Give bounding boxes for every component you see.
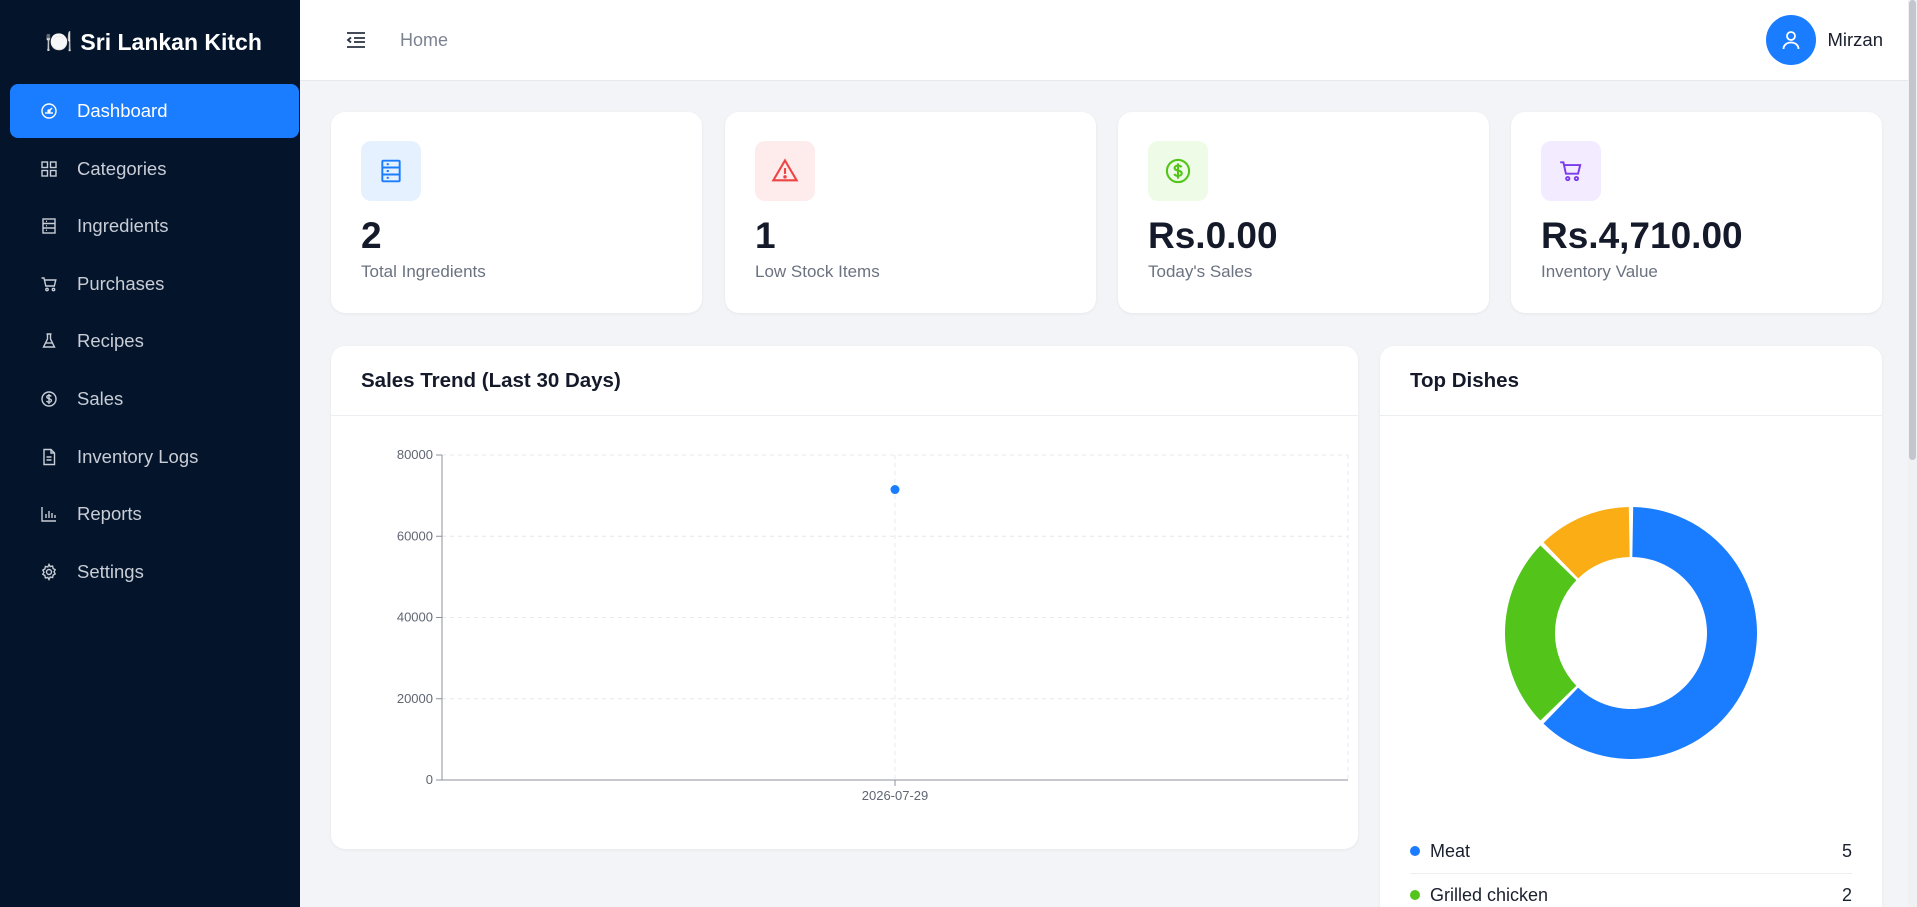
bar-chart-icon [40,505,58,523]
sidebar-item-purchases[interactable]: Purchases [10,257,299,311]
sidebar-item-sales[interactable]: Sales [10,372,299,426]
page-scrollbar[interactable] [1908,0,1917,907]
sidebar-item-label: Purchases [77,272,165,294]
y-tick-label: 20000 [397,691,433,706]
legend-dot [1410,890,1420,900]
top-dishes-card: Top Dishes Meat 5 Grilled chicken 2 [1380,346,1882,907]
legend-name: Meat [1430,840,1471,861]
legend-count: 5 [1841,840,1852,861]
top-dishes-donut-chart [1505,507,1757,759]
sidebar-item-label: Settings [77,560,144,582]
app-root: 🍽️ Sri Lankan Kitch Dashboard Categories [0,0,1917,907]
legend-count: 2 [1841,884,1852,905]
sidebar-item-ingredients[interactable]: Ingredients [10,199,299,253]
sidebar-item-label: Reports [77,503,142,525]
legend-row-grilled-chicken[interactable]: Grilled chicken 2 [1410,873,1852,907]
sidebar-item-label: Ingredients [77,215,169,237]
sidebar: 🍽️ Sri Lankan Kitch Dashboard Categories [0,0,300,907]
dollar-circle-icon [1148,141,1208,201]
sidebar-item-settings[interactable]: Settings [10,545,299,599]
brand-name: Sri Lankan Kitch [80,28,262,55]
stat-value: 1 [755,215,776,256]
breadcrumb[interactable]: Home [400,30,448,51]
sidebar-item-label: Dashboard [77,100,168,121]
legend-name: Grilled chicken [1430,884,1549,905]
flask-icon [40,332,58,350]
y-tick-label: 80000 [397,447,433,462]
brand[interactable]: 🍽️ Sri Lankan Kitch [0,0,300,84]
menu-fold-icon[interactable] [344,28,368,52]
scrollbar-thumb[interactable] [1909,0,1916,460]
stat-card-low-stock: 1 Low Stock Items [725,112,1096,313]
stat-card-inventory-value: Rs.4,710.00 Inventory Value [1511,112,1882,313]
user-menu[interactable]: Mirzan [1766,15,1883,65]
plate-logo-icon: 🍽️ [45,29,73,54]
x-tick-label: 2026-07-29 [862,788,929,803]
stat-label: Low Stock Items [755,261,880,281]
panel-title: Sales Trend (Last 30 Days) [331,346,1358,416]
stat-label: Inventory Value [1541,261,1658,281]
avatar[interactable] [1766,15,1817,65]
cart-icon [1541,141,1601,201]
stat-label: Today's Sales [1148,261,1253,281]
sidebar-item-reports[interactable]: Reports [10,487,299,541]
document-icon [40,448,58,466]
sidebar-item-label: Inventory Logs [77,445,199,467]
list-icon [40,217,58,235]
sidebar-item-categories[interactable]: Categories [10,142,299,196]
sales-trend-chart: 0 20000 40000 60000 80000 2026-07-29 [397,447,1349,803]
main-content: Home Mirzan 2 Total Ingredients 1 Low St… [300,0,1917,907]
stat-value: Rs.0.00 [1148,215,1278,256]
grid-icon [40,160,58,178]
sidebar-item-recipes[interactable]: Recipes [10,314,299,368]
gauge-icon [40,102,58,120]
server-icon [361,141,421,201]
sidebar-item-label: Sales [77,387,124,409]
stat-card-todays-sales: Rs.0.00 Today's Sales [1118,112,1489,313]
y-tick-label: 60000 [397,528,433,543]
y-tick-label: 40000 [397,610,433,625]
sidebar-nav: Dashboard Categories Ingredients Purchas… [0,84,300,599]
legend-row-meat[interactable]: Meat 5 [1410,829,1852,873]
stat-label: Total Ingredients [361,261,486,281]
sidebar-item-inventory-logs[interactable]: Inventory Logs [10,430,299,484]
y-tick-label: 0 [426,772,433,787]
cart-icon [40,275,58,293]
sidebar-item-label: Categories [77,157,167,179]
warning-icon [755,141,815,201]
sidebar-item-dashboard[interactable]: Dashboard [10,84,299,138]
panel-title: Top Dishes [1380,346,1882,416]
stat-card-total-ingredients: 2 Total Ingredients [331,112,702,313]
dollar-icon [40,390,58,408]
user-name: Mirzan [1827,29,1883,50]
stat-value: Rs.4,710.00 [1541,215,1743,256]
sidebar-item-label: Recipes [77,330,144,352]
user-icon [1783,31,1800,50]
data-point [890,485,900,495]
sales-trend-card: Sales Trend (Last 30 Days) 0 20000 40000 60… [331,346,1358,849]
donut-slice [1505,545,1577,721]
topbar: Home Mirzan [300,0,1917,81]
legend-dot [1410,846,1420,856]
gear-icon [40,562,58,581]
stat-value: 2 [361,215,382,256]
